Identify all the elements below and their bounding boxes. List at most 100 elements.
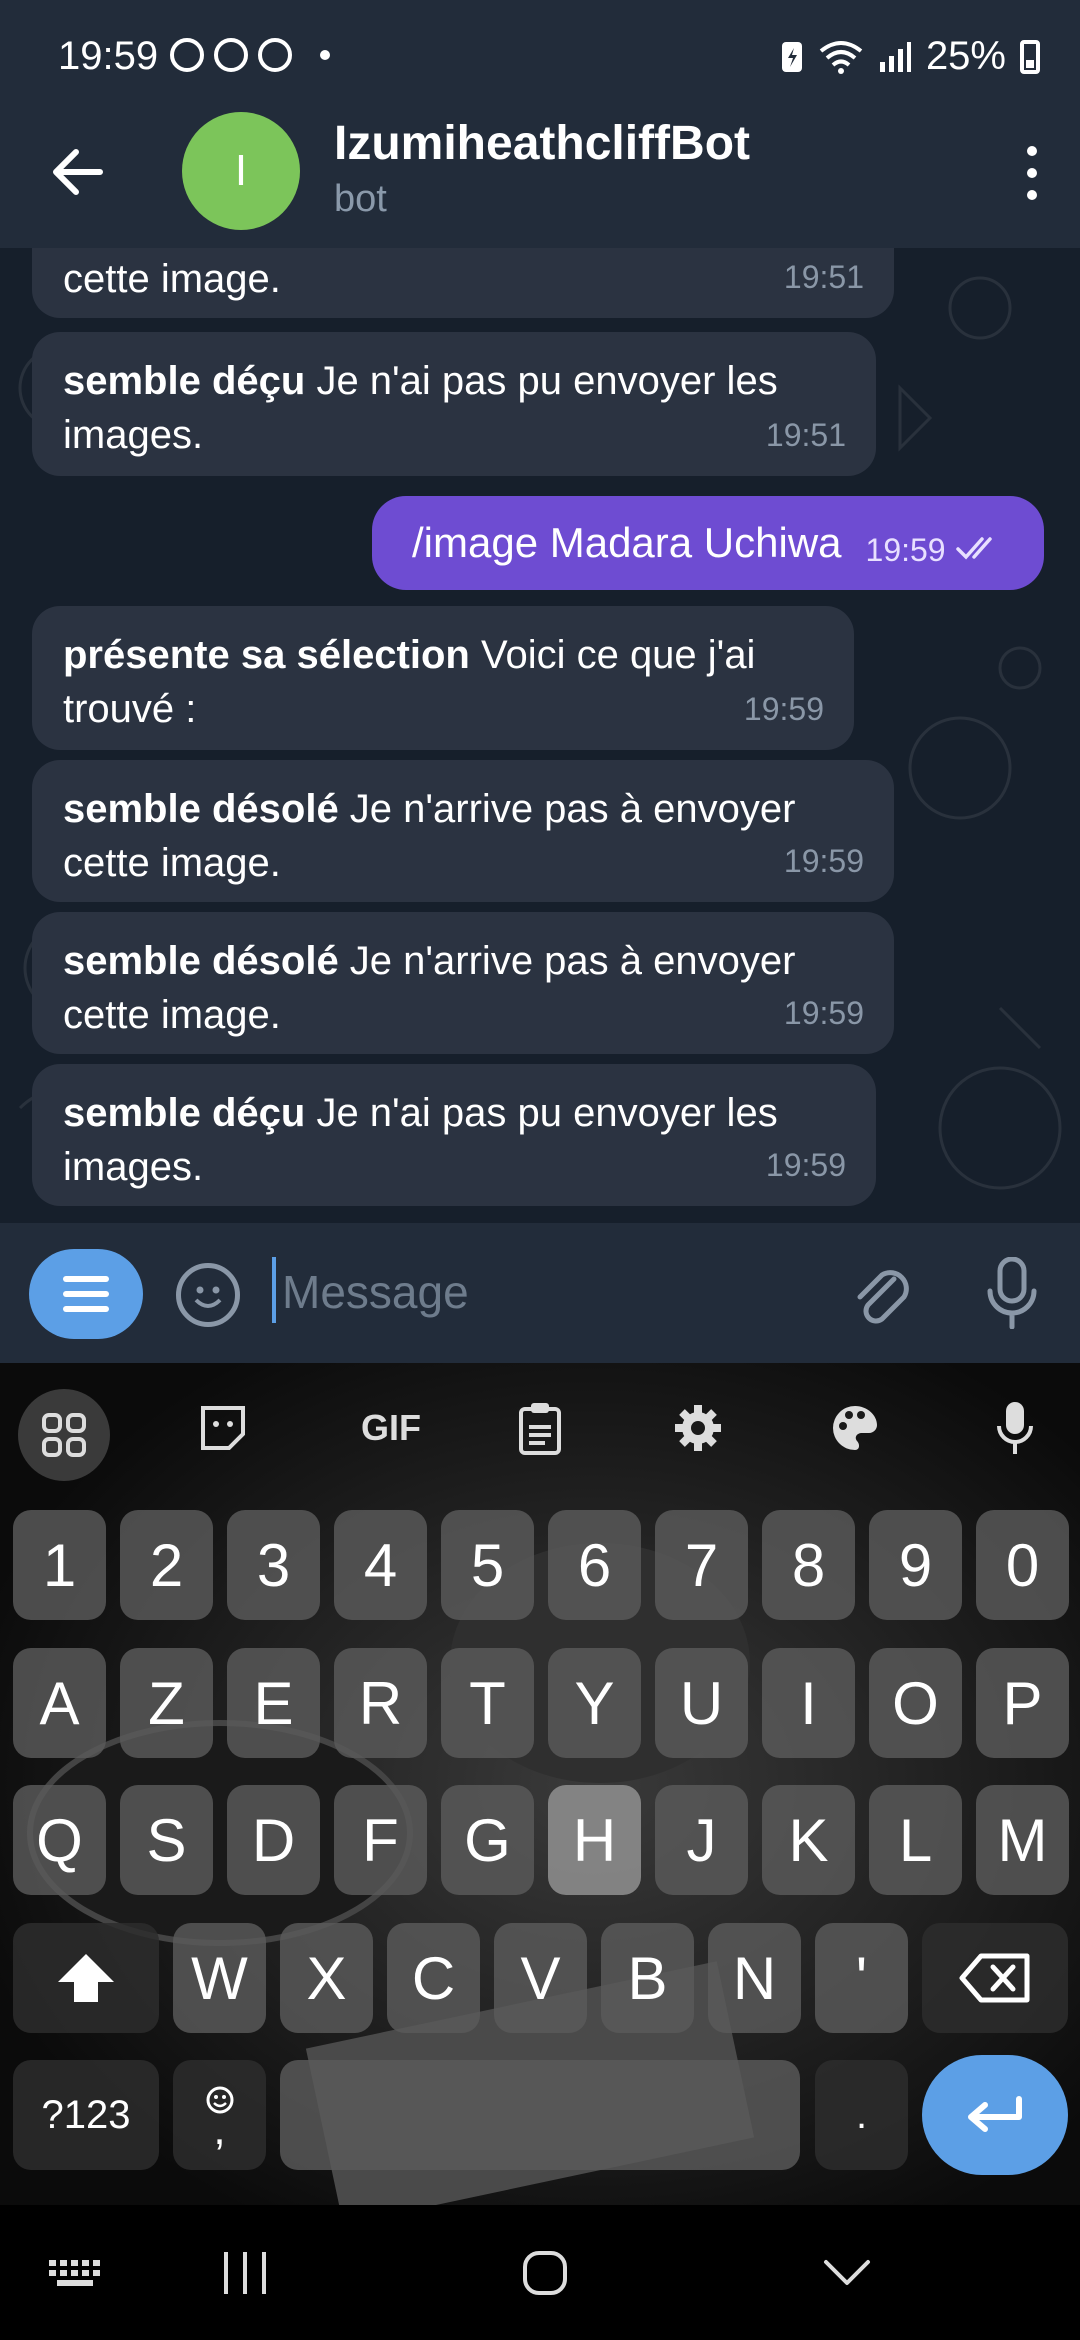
key[interactable]: F [334, 1785, 427, 1895]
outgoing-message-bubble[interactable]: /image Madara Uchiwa 19:59 [372, 496, 1044, 590]
key[interactable]: W [173, 1923, 266, 2033]
keyboard-toolbar: GIF [0, 1363, 1080, 1493]
microphone-icon[interactable] [984, 1257, 1040, 1329]
message-bubble[interactable]: semble désolé Je n'arrive pas à envoyer … [32, 912, 894, 1054]
back-arrow-icon[interactable] [52, 146, 104, 198]
message-time: 19:59 [743, 691, 824, 727]
message-time: 19:59 [783, 843, 864, 879]
message-bubble[interactable]: cette image. 19:51 [32, 248, 894, 318]
comma-label: , [213, 2105, 226, 2154]
key[interactable]: P [976, 1648, 1069, 1758]
key[interactable]: 7 [655, 1510, 748, 1620]
message-bubble[interactable]: semble déçu Je n'ai pas pu envoyer les i… [32, 332, 876, 476]
avatar[interactable]: I [182, 112, 300, 230]
apps-grid-icon[interactable] [18, 1389, 110, 1481]
message-time: 19:51 [783, 259, 864, 295]
message-time: 19:59 [865, 531, 946, 568]
key[interactable]: ' [815, 1923, 908, 2033]
key[interactable]: I [762, 1648, 855, 1758]
message-bubble[interactable]: semble désolé Je n'arrive pas à envoyer … [32, 760, 894, 902]
notification-icons [170, 38, 330, 72]
attach-icon[interactable] [848, 1259, 912, 1329]
message-input[interactable] [280, 1259, 800, 1325]
key[interactable]: 3 [227, 1510, 320, 1620]
gif-button[interactable]: GIF [345, 1393, 437, 1463]
sticker-icon[interactable] [188, 1393, 258, 1463]
key[interactable]: A [13, 1648, 106, 1758]
symbols-key[interactable]: ?123 [13, 2060, 159, 2170]
message-action: semble désolé [63, 787, 339, 831]
keyboard-switch-icon[interactable] [20, 2205, 130, 2340]
key[interactable]: Y [548, 1648, 641, 1758]
key[interactable]: G [441, 1785, 534, 1895]
key[interactable]: 8 [762, 1510, 855, 1620]
key[interactable]: 4 [334, 1510, 427, 1620]
shift-key[interactable] [13, 1923, 159, 2033]
settings-gear-icon[interactable] [663, 1393, 733, 1463]
key[interactable]: 1 [13, 1510, 106, 1620]
recent-apps-icon[interactable] [190, 2205, 300, 2340]
more-notifications-dot-icon [320, 50, 330, 60]
emoji-comma-key[interactable]: , [173, 2060, 266, 2170]
enter-arrow-icon [968, 2096, 1022, 2132]
space-key[interactable] [280, 2060, 800, 2170]
status-right: 25% [780, 34, 1040, 79]
chat-subtitle: bot [334, 178, 387, 220]
status-time: 19:59 [58, 34, 159, 78]
key[interactable]: M [976, 1785, 1069, 1895]
key[interactable]: U [655, 1648, 748, 1758]
theme-palette-icon[interactable] [820, 1393, 890, 1463]
message-time: 19:59 [765, 1147, 846, 1183]
voice-input-icon[interactable] [980, 1393, 1050, 1463]
key[interactable]: R [334, 1648, 427, 1758]
message-list[interactable]: cette image. 19:51 semble déçu Je n'ai p… [0, 248, 1080, 1223]
message-action: semble désolé [63, 939, 339, 983]
period-key[interactable]: . [815, 2060, 908, 2170]
key[interactable]: N [708, 1923, 801, 2033]
key[interactable]: K [762, 1785, 855, 1895]
chat-header: I IzumiheathcliffBot bot [0, 108, 1080, 248]
battery-percent: 25% [925, 34, 1006, 78]
whatsapp-icon [170, 38, 204, 72]
key[interactable]: V [494, 1923, 587, 2033]
home-icon[interactable] [490, 2205, 600, 2340]
hide-keyboard-chevron-icon[interactable] [792, 2205, 902, 2340]
clipboard-icon[interactable] [505, 1393, 575, 1463]
key[interactable]: 6 [548, 1510, 641, 1620]
message-action: semble déçu [63, 359, 306, 403]
key[interactable]: C [387, 1923, 480, 2033]
keyboard: GIF 1 2 3 4 5 6 7 8 9 0 A Z E R T Y U I … [0, 1363, 1080, 2205]
message-text: /image Madara Uchiwa [412, 519, 842, 566]
key[interactable]: X [280, 1923, 373, 2033]
message-bubble[interactable]: présente sa sélection Voici ce que j'ai … [32, 606, 854, 750]
chat-title[interactable]: IzumiheathcliffBot [334, 116, 750, 171]
key[interactable]: 2 [120, 1510, 213, 1620]
key[interactable]: B [601, 1923, 694, 2033]
wifi-icon [819, 40, 863, 74]
navigation-bar [0, 2205, 1080, 2340]
key[interactable]: T [441, 1648, 534, 1758]
emoji-icon[interactable] [176, 1263, 240, 1327]
bot-menu-button[interactable] [29, 1249, 143, 1339]
backspace-key[interactable] [922, 1923, 1068, 2033]
key[interactable]: E [227, 1648, 320, 1758]
key[interactable]: L [869, 1785, 962, 1895]
key[interactable]: Z [120, 1648, 213, 1758]
double-check-icon [955, 537, 992, 560]
text-cursor [272, 1257, 276, 1323]
key[interactable]: 5 [441, 1510, 534, 1620]
key[interactable]: J [655, 1785, 748, 1895]
message-time: 19:51 [765, 417, 846, 453]
key[interactable]: H [548, 1785, 641, 1895]
key[interactable]: D [227, 1785, 320, 1895]
key[interactable]: 9 [869, 1510, 962, 1620]
enter-key[interactable] [922, 2055, 1068, 2175]
battery-icon [1020, 39, 1040, 74]
more-options-icon[interactable] [1024, 146, 1040, 200]
key[interactable]: S [120, 1785, 213, 1895]
key[interactable]: 0 [976, 1510, 1069, 1620]
shift-arrow-icon [58, 1954, 114, 2002]
message-bubble[interactable]: semble déçu Je n'ai pas pu envoyer les i… [32, 1064, 876, 1206]
key[interactable]: Q [13, 1785, 106, 1895]
key[interactable]: O [869, 1648, 962, 1758]
